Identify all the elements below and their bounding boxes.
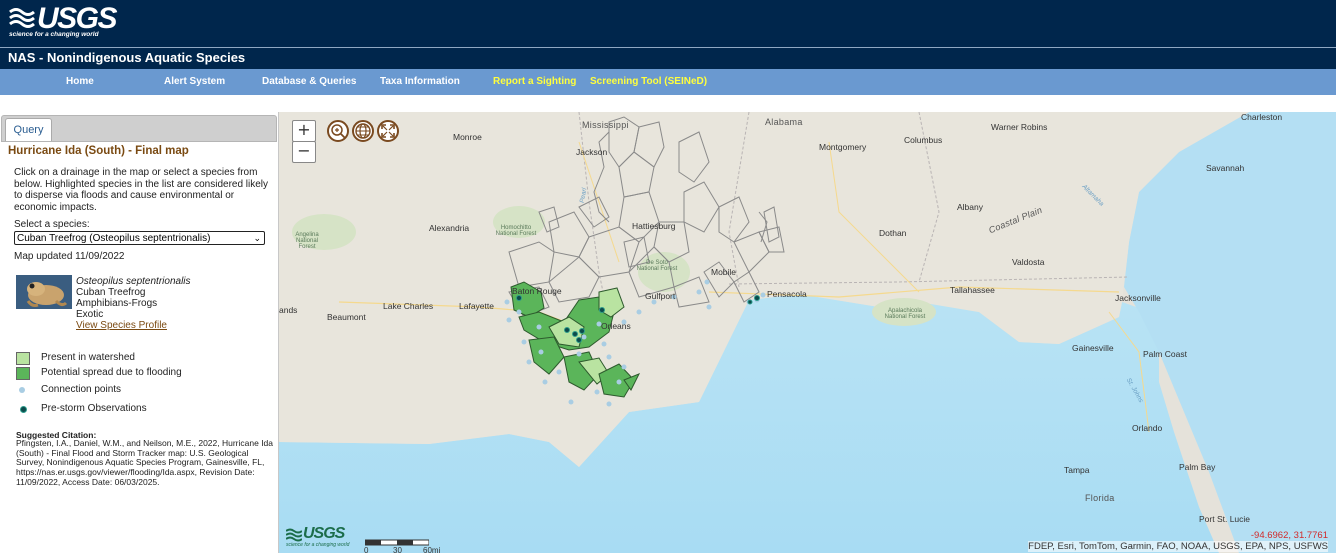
nav-screening-tool[interactable]: Screening Tool (SEINeD): [590, 76, 707, 87]
scale-label: 0: [364, 546, 369, 553]
scale-label: 60mi: [423, 546, 441, 553]
place-label: Lake Charles: [383, 301, 434, 311]
place-label: Tampa: [1064, 465, 1090, 475]
place-label: Warner Robins: [991, 122, 1048, 132]
species-status: Exotic: [76, 309, 104, 320]
map-logo-text: USGS: [303, 525, 345, 542]
place-label: Jacksonville: [1115, 293, 1161, 303]
usgs-wave-icon: [286, 528, 302, 542]
fullscreen-icon[interactable]: [377, 120, 399, 142]
usgs-logo-tagline: science for a changing world: [9, 31, 99, 38]
place-label: Port St. Lucie: [1199, 514, 1251, 524]
site-title-bar: NAS - Nonindigenous Aquatic Species: [0, 47, 1336, 69]
map-view[interactable]: Monroe Jackson Mississippi Alabama Montg…: [279, 112, 1336, 553]
usgs-wave-icon: [9, 8, 35, 28]
map-description: Click on a drainage in the map or select…: [14, 167, 269, 213]
legend-observation-dot: [20, 406, 27, 413]
map-title: Hurricane Ida (South) - Final map: [8, 145, 189, 157]
forest-label: De Soto National Forest: [636, 260, 678, 272]
place-label: Beaumont: [327, 312, 366, 322]
usgs-logo[interactable]: USGS science for a changing world: [9, 2, 118, 38]
legend-present-label: Present in watershed: [41, 352, 135, 363]
place-label: Tallahassee: [950, 285, 995, 295]
place-label: Lafayette: [459, 301, 494, 311]
legend-connection-dot: [19, 387, 25, 393]
place-label: Alabama: [765, 117, 803, 127]
place-label: Orleans: [601, 321, 631, 331]
species-photo: [16, 275, 72, 309]
map-attribution: FDEP, Esri, TomTom, Garmin, FAO, NOAA, U…: [1028, 541, 1328, 552]
cursor-coordinates: -94.6962, 31.7761: [1250, 530, 1328, 541]
forest-patch: [638, 252, 690, 292]
place-label: ands: [279, 305, 298, 315]
place-label: Mississippi: [582, 120, 629, 130]
legend-present-swatch: [16, 352, 30, 365]
forest-label: Apalachicola National Forest: [884, 308, 926, 320]
zoom-extent-icon[interactable]: [327, 120, 349, 142]
place-label: Charleston: [1241, 112, 1283, 122]
place-label: Orlando: [1132, 423, 1163, 433]
usgs-header-bar: USGS science for a changing world: [0, 0, 1336, 47]
place-label: Palm Bay: [1179, 462, 1216, 472]
place-label: Columbus: [904, 135, 943, 145]
place-label: Savannah: [1206, 163, 1245, 173]
main-nav: Home Alert System Database & Queries Tax…: [0, 69, 1336, 95]
place-label: Valdosta: [1012, 257, 1045, 267]
map-usgs-logo: USGS science for a changing world: [286, 525, 350, 548]
place-label: Hattiesburg: [632, 221, 676, 231]
place-label: Palm Coast: [1143, 349, 1187, 359]
place-label: Jackson: [576, 147, 608, 157]
nav-home[interactable]: Home: [66, 76, 94, 87]
place-label: Mobile: [711, 267, 737, 277]
view-species-profile-link[interactable]: View Species Profile: [76, 320, 167, 331]
nav-alert-system[interactable]: Alert System: [164, 76, 225, 87]
citation-text: Pfingsten, I.A., Daniel, W.M., and Neils…: [16, 438, 274, 487]
forest-label: Homochitto National Forest: [495, 225, 537, 237]
species-select-label: Select a species:: [14, 219, 90, 230]
nav-database-queries[interactable]: Database & Queries: [262, 76, 357, 87]
legend-observation-label: Pre-storm Observations: [41, 403, 147, 414]
place-label: Monroe: [453, 132, 482, 142]
place-label: Pensacola: [767, 289, 807, 299]
basemap-globe-icon[interactable]: [352, 120, 374, 142]
query-panel: Query Hurricane Ida (South) - Final map …: [0, 112, 279, 553]
species-scientific-name: Osteopilus septentrionalis: [76, 276, 191, 287]
place-label: Alexandria: [429, 223, 470, 233]
map-updated-date: Map updated 11/09/2022: [14, 251, 125, 262]
legend-spread-swatch: [16, 367, 30, 380]
place-label: Dothan: [879, 228, 907, 238]
chevron-down-icon: ⌄: [253, 233, 261, 243]
forest-label: Angelina National Forest: [295, 232, 319, 250]
place-label: Baton Rouge: [512, 286, 562, 296]
place-label: Montgomery: [819, 142, 867, 152]
nav-report-sighting[interactable]: Report a Sighting: [493, 76, 576, 87]
place-label: Albany: [957, 202, 983, 212]
scale-label: 30: [393, 546, 402, 553]
site-title[interactable]: NAS - Nonindigenous Aquatic Species: [8, 50, 245, 65]
species-select[interactable]: Cuban Treefrog (Osteopilus septentrional…: [14, 231, 265, 245]
tab-strip: Query: [1, 115, 277, 142]
place-label: Florida: [1085, 493, 1115, 503]
map-logo-tagline: science for a changing world: [286, 542, 350, 548]
zoom-in-button[interactable]: +: [292, 120, 316, 142]
place-label: Gainesville: [1072, 343, 1114, 353]
place-label: Gulfport: [645, 291, 676, 301]
species-group: Amphibians-Frogs: [76, 298, 158, 309]
species-common-name: Cuban Treefrog: [76, 287, 146, 298]
tab-query[interactable]: Query: [5, 118, 52, 141]
species-select-value: Cuban Treefrog (Osteopilus septentrional…: [17, 233, 211, 244]
legend-spread-label: Potential spread due to flooding: [41, 367, 182, 378]
nav-taxa-information[interactable]: Taxa Information: [380, 76, 460, 87]
legend-connection-label: Connection points: [41, 384, 122, 395]
zoom-out-button[interactable]: −: [292, 141, 316, 163]
basemap: [279, 112, 1336, 553]
